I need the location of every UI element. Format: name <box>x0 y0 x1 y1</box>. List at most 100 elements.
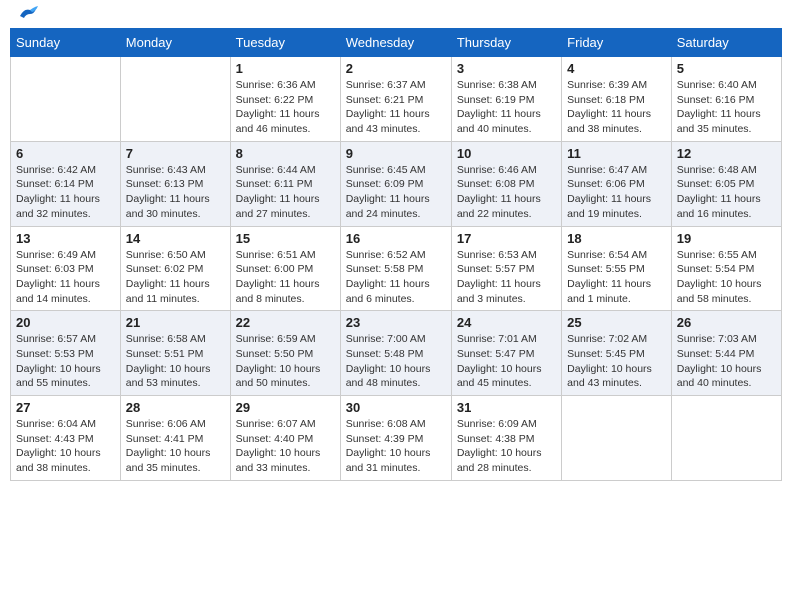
calendar-cell: 27 Sunrise: 6:04 AMSunset: 4:43 PMDayligh… <box>11 396 121 481</box>
cell-content: Sunrise: 6:53 AMSunset: 5:57 PMDaylight:… <box>457 248 556 307</box>
day-number: 28 <box>126 400 225 415</box>
day-number: 3 <box>457 61 556 76</box>
cell-content: Sunrise: 7:00 AMSunset: 5:48 PMDaylight:… <box>346 332 446 391</box>
cell-content: Sunrise: 6:04 AMSunset: 4:43 PMDaylight:… <box>16 417 115 476</box>
calendar-cell: 31 Sunrise: 6:09 AMSunset: 4:38 PMDayligh… <box>451 396 561 481</box>
day-number: 30 <box>346 400 446 415</box>
cell-content: Sunrise: 6:55 AMSunset: 5:54 PMDaylight:… <box>677 248 776 307</box>
calendar-cell: 5Sunrise: 6:40 AMSunset: 6:16 PMDaylight… <box>671 57 781 142</box>
cell-content: Sunrise: 6:07 AMSunset: 4:40 PMDaylight:… <box>236 417 335 476</box>
calendar-cell <box>11 57 121 142</box>
cell-content: Sunrise: 6:47 AMSunset: 6:06 PMDaylight:… <box>567 163 666 222</box>
header-monday: Monday <box>120 29 230 57</box>
day-number: 24 <box>457 315 556 330</box>
day-number: 20 <box>16 315 115 330</box>
day-number: 14 <box>126 231 225 246</box>
cell-content: Sunrise: 6:49 AMSunset: 6:03 PMDaylight:… <box>16 248 115 307</box>
week-row-5: 27 Sunrise: 6:04 AMSunset: 4:43 PMDayligh… <box>11 396 782 481</box>
calendar-cell: 22 Sunrise: 6:59 AMSunset: 5:50 PMDayligh… <box>230 311 340 396</box>
day-number: 19 <box>677 231 776 246</box>
calendar-cell: 23 Sunrise: 7:00 AMSunset: 5:48 PMDayligh… <box>340 311 451 396</box>
calendar-cell <box>671 396 781 481</box>
calendar-cell: 11 Sunrise: 6:47 AMSunset: 6:06 PMDayligh… <box>562 141 672 226</box>
day-number: 12 <box>677 146 776 161</box>
cell-content: Sunrise: 6:08 AMSunset: 4:39 PMDaylight:… <box>346 417 446 476</box>
calendar-cell: 29 Sunrise: 6:07 AMSunset: 4:40 PMDayligh… <box>230 396 340 481</box>
day-number: 31 <box>457 400 556 415</box>
week-row-1: 1Sunrise: 6:36 AMSunset: 6:22 PMDaylight… <box>11 57 782 142</box>
calendar-cell <box>562 396 672 481</box>
day-number: 29 <box>236 400 335 415</box>
cell-content: Sunrise: 6:50 AMSunset: 6:02 PMDaylight:… <box>126 248 225 307</box>
calendar-cell: 8Sunrise: 6:44 AMSunset: 6:11 PMDaylight… <box>230 141 340 226</box>
calendar-cell: 21 Sunrise: 6:58 AMSunset: 5:51 PMDayligh… <box>120 311 230 396</box>
week-row-3: 13Sunrise: 6:49 AMSunset: 6:03 PMDayligh… <box>11 226 782 311</box>
day-number: 21 <box>126 315 225 330</box>
cell-content: Sunrise: 6:46 AMSunset: 6:08 PMDaylight:… <box>457 163 556 222</box>
day-number: 15 <box>236 231 335 246</box>
day-number: 8 <box>236 146 335 161</box>
day-number: 22 <box>236 315 335 330</box>
header-friday: Friday <box>562 29 672 57</box>
calendar-cell: 14 Sunrise: 6:50 AMSunset: 6:02 PMDayligh… <box>120 226 230 311</box>
calendar-cell: 13Sunrise: 6:49 AMSunset: 6:03 PMDayligh… <box>11 226 121 311</box>
calendar-cell: 16 Sunrise: 6:52 AMSunset: 5:58 PMDayligh… <box>340 226 451 311</box>
calendar-header-row: SundayMondayTuesdayWednesdayThursdayFrid… <box>11 29 782 57</box>
calendar-cell: 25 Sunrise: 7:02 AMSunset: 5:45 PMDayligh… <box>562 311 672 396</box>
calendar-cell: 19 Sunrise: 6:55 AMSunset: 5:54 PMDayligh… <box>671 226 781 311</box>
cell-content: Sunrise: 6:58 AMSunset: 5:51 PMDaylight:… <box>126 332 225 391</box>
logo <box>14 10 38 20</box>
cell-content: Sunrise: 6:59 AMSunset: 5:50 PMDaylight:… <box>236 332 335 391</box>
day-number: 25 <box>567 315 666 330</box>
calendar-cell: 17Sunrise: 6:53 AMSunset: 5:57 PMDayligh… <box>451 226 561 311</box>
week-row-4: 20 Sunrise: 6:57 AMSunset: 5:53 PMDayligh… <box>11 311 782 396</box>
day-number: 6 <box>16 146 115 161</box>
day-number: 1 <box>236 61 335 76</box>
day-number: 27 <box>16 400 115 415</box>
cell-content: Sunrise: 6:09 AMSunset: 4:38 PMDaylight:… <box>457 417 556 476</box>
page-header <box>10 10 782 20</box>
cell-content: Sunrise: 7:02 AMSunset: 5:45 PMDaylight:… <box>567 332 666 391</box>
logo-bird-icon <box>16 6 38 24</box>
day-number: 10 <box>457 146 556 161</box>
cell-content: Sunrise: 6:39 AMSunset: 6:18 PMDaylight:… <box>567 78 666 137</box>
cell-content: Sunrise: 6:06 AMSunset: 4:41 PMDaylight:… <box>126 417 225 476</box>
day-number: 11 <box>567 146 666 161</box>
header-tuesday: Tuesday <box>230 29 340 57</box>
cell-content: Sunrise: 7:03 AMSunset: 5:44 PMDaylight:… <box>677 332 776 391</box>
header-sunday: Sunday <box>11 29 121 57</box>
calendar-cell: 15 Sunrise: 6:51 AMSunset: 6:00 PMDayligh… <box>230 226 340 311</box>
cell-content: Sunrise: 6:45 AMSunset: 6:09 PMDaylight:… <box>346 163 446 222</box>
calendar-table: SundayMondayTuesdayWednesdayThursdayFrid… <box>10 28 782 481</box>
day-number: 18 <box>567 231 666 246</box>
calendar-cell: 1Sunrise: 6:36 AMSunset: 6:22 PMDaylight… <box>230 57 340 142</box>
cell-content: Sunrise: 6:48 AMSunset: 6:05 PMDaylight:… <box>677 163 776 222</box>
day-number: 9 <box>346 146 446 161</box>
cell-content: Sunrise: 6:51 AMSunset: 6:00 PMDaylight:… <box>236 248 335 307</box>
cell-content: Sunrise: 6:43 AMSunset: 6:13 PMDaylight:… <box>126 163 225 222</box>
week-row-2: 6Sunrise: 6:42 AMSunset: 6:14 PMDaylight… <box>11 141 782 226</box>
calendar-cell: 10 Sunrise: 6:46 AMSunset: 6:08 PMDayligh… <box>451 141 561 226</box>
day-number: 16 <box>346 231 446 246</box>
calendar-cell: 28 Sunrise: 6:06 AMSunset: 4:41 PMDayligh… <box>120 396 230 481</box>
day-number: 23 <box>346 315 446 330</box>
cell-content: Sunrise: 6:38 AMSunset: 6:19 PMDaylight:… <box>457 78 556 137</box>
calendar-cell: 26Sunrise: 7:03 AMSunset: 5:44 PMDayligh… <box>671 311 781 396</box>
calendar-cell: 12 Sunrise: 6:48 AMSunset: 6:05 PMDayligh… <box>671 141 781 226</box>
day-number: 4 <box>567 61 666 76</box>
calendar-cell: 7Sunrise: 6:43 AMSunset: 6:13 PMDaylight… <box>120 141 230 226</box>
day-number: 2 <box>346 61 446 76</box>
calendar-cell: 2 Sunrise: 6:37 AMSunset: 6:21 PMDaylight… <box>340 57 451 142</box>
cell-content: Sunrise: 6:40 AMSunset: 6:16 PMDaylight:… <box>677 78 776 137</box>
cell-content: Sunrise: 6:54 AMSunset: 5:55 PMDaylight:… <box>567 248 666 307</box>
calendar-cell: 18 Sunrise: 6:54 AMSunset: 5:55 PMDayligh… <box>562 226 672 311</box>
cell-content: Sunrise: 6:52 AMSunset: 5:58 PMDaylight:… <box>346 248 446 307</box>
calendar-cell: 9 Sunrise: 6:45 AMSunset: 6:09 PMDaylight… <box>340 141 451 226</box>
calendar-cell <box>120 57 230 142</box>
cell-content: Sunrise: 6:37 AMSunset: 6:21 PMDaylight:… <box>346 78 446 137</box>
header-wednesday: Wednesday <box>340 29 451 57</box>
cell-content: Sunrise: 7:01 AMSunset: 5:47 PMDaylight:… <box>457 332 556 391</box>
calendar-cell: 20 Sunrise: 6:57 AMSunset: 5:53 PMDayligh… <box>11 311 121 396</box>
cell-content: Sunrise: 6:57 AMSunset: 5:53 PMDaylight:… <box>16 332 115 391</box>
header-saturday: Saturday <box>671 29 781 57</box>
